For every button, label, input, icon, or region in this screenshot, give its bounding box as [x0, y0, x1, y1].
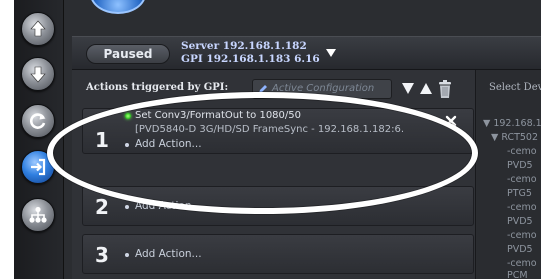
configuration-placeholder: Active Configuration [272, 83, 375, 94]
tree-item[interactable]: PVD5 [507, 160, 533, 171]
add-action-bullet [125, 253, 129, 257]
add-action-bullet [125, 143, 129, 147]
add-action-bullet [125, 205, 129, 209]
add-action-link[interactable]: Add Action... [135, 138, 202, 150]
login-button[interactable] [21, 150, 55, 184]
add-action-link[interactable]: Add Action... [135, 200, 202, 212]
trash-icon[interactable] [437, 79, 453, 99]
action-number: 3 [95, 243, 109, 267]
actions-header: Actions triggered by GPI: Active Configu… [72, 78, 476, 100]
login-icon [31, 158, 46, 176]
tree-item[interactable]: -cemo [507, 230, 537, 241]
tree-item[interactable]: PCM [507, 270, 528, 279]
left-rail [14, 0, 64, 279]
configuration-field[interactable]: Active Configuration [252, 79, 392, 99]
triangle-down-icon[interactable] [402, 83, 414, 94]
action-description: Set Conv3/FormatOut to 1080/50 [135, 110, 301, 121]
network-button[interactable] [21, 198, 55, 232]
action-row-3[interactable]: 3 Add Action... [82, 234, 474, 274]
network-icon [29, 206, 47, 223]
action-device: [PVD5840-D 3G/HD/SD FrameSync - 192.168.… [135, 124, 404, 135]
paused-status-button[interactable]: Paused [86, 44, 170, 64]
refresh-button[interactable] [21, 104, 55, 138]
arrow-up-icon [30, 20, 46, 37]
arrow-down-icon [30, 66, 46, 83]
server-info: Server 192.168.1.182 GPI 192.168.1.183 6… [181, 40, 320, 66]
device-panel: Select Dev ▼ 192.168.1 ▼ RCT502 -cemo PV… [477, 70, 541, 279]
app-window: Paused Server 192.168.1.182 GPI 192.168.… [14, 0, 541, 279]
gpi-address: GPI 192.168.1.183 6.16 [181, 53, 320, 65]
active-status-indicator [125, 113, 131, 119]
tree-item[interactable]: ▼ RCT502 [491, 132, 538, 143]
action-row-1[interactable]: 1 Set Conv3/FormatOut to 1080/50 [PVD584… [82, 108, 474, 154]
tree-item[interactable]: -cemo [507, 146, 537, 157]
action-row-2[interactable]: 2 Add Action... [82, 186, 474, 226]
actions-label: Actions triggered by GPI: [86, 82, 229, 93]
server-address: Server 192.168.1.182 [181, 40, 307, 52]
tree-item[interactable]: -cemo [507, 258, 537, 269]
tree-item[interactable]: -cemo [507, 202, 537, 213]
tree-item[interactable]: -cemo [507, 174, 537, 185]
actions-panel: Actions triggered by GPI: Active Configu… [72, 70, 476, 279]
tree-item[interactable]: PVD5 [507, 244, 533, 255]
triangle-up-icon[interactable] [420, 83, 432, 94]
refresh-icon [30, 113, 46, 129]
top-orb-button[interactable] [90, 0, 146, 14]
triangle-down-icon[interactable] [326, 49, 336, 57]
tree-item[interactable]: ▼ 192.168.1 [483, 118, 541, 129]
add-action-link[interactable]: Add Action... [135, 248, 202, 260]
close-icon[interactable] [445, 115, 457, 127]
tree-item[interactable]: PVD5 [507, 216, 533, 227]
select-device-label: Select Dev [489, 82, 541, 93]
arrow-up-button[interactable] [21, 12, 55, 46]
action-number: 2 [95, 195, 109, 219]
arrow-down-button[interactable] [21, 57, 55, 91]
action-number: 1 [95, 128, 109, 152]
tree-item[interactable]: PTG5 [507, 188, 532, 199]
status-bar: Paused Server 192.168.1.182 GPI 192.168.… [72, 36, 541, 70]
pencil-icon [259, 85, 267, 93]
